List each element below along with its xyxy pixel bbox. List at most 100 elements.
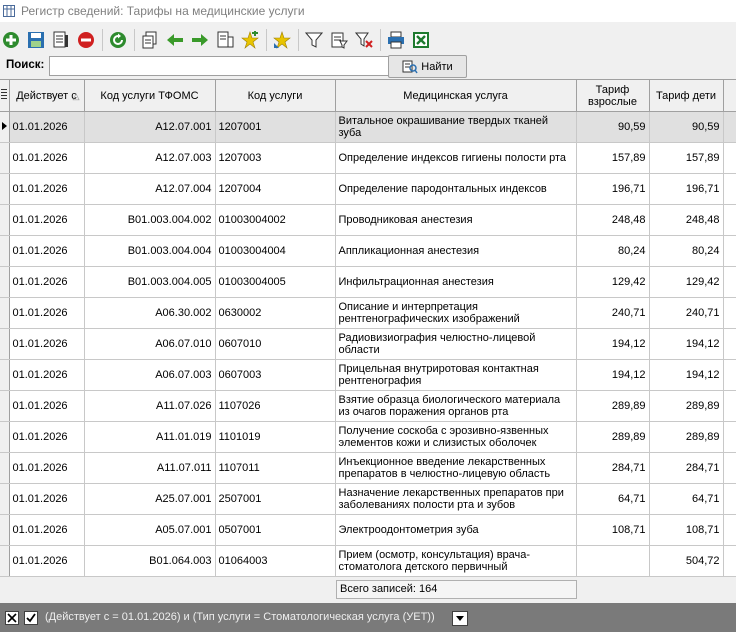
cell-child-tariff[interactable]: 289,89 — [649, 390, 724, 422]
cell-service-code[interactable]: 0607003 — [215, 359, 336, 391]
column-header-service[interactable]: Медицинская услуга — [335, 80, 577, 112]
table-row[interactable]: 01.01.2026 A12.07.003 1207003 Определение и… — [0, 142, 736, 174]
cell-child-tariff[interactable]: 90,59 — [649, 111, 724, 143]
cell-tfoms-code[interactable]: B01.003.004.005 — [84, 266, 216, 298]
cell-service-code[interactable]: 0507001 — [215, 514, 336, 546]
table-row[interactable]: 01.01.2026 A11.07.011 1107011 Инъекционное … — [0, 452, 736, 484]
favorite-button[interactable] — [271, 29, 293, 51]
cell-date[interactable]: 01.01.2026 — [9, 514, 85, 546]
cell-service-code[interactable]: 1207004 — [215, 173, 336, 205]
cell-service-code[interactable]: 01003004005 — [215, 266, 336, 298]
cell-date[interactable]: 01.01.2026 — [9, 235, 85, 267]
print-button[interactable] — [385, 29, 407, 51]
copy-records-button[interactable] — [214, 29, 236, 51]
cell-adult-tariff[interactable]: 289,89 — [576, 390, 650, 422]
add-star-button[interactable] — [239, 29, 261, 51]
cell-tfoms-code[interactable]: A05.07.001 — [84, 514, 216, 546]
cell-child-tariff[interactable]: 504,72 — [649, 545, 724, 577]
cell-adult-tariff[interactable]: 240,71 — [576, 297, 650, 329]
cell-child-tariff[interactable]: 289,89 — [649, 421, 724, 453]
table-row[interactable]: 01.01.2026 B01.003.004.002 01003004002 Пров… — [0, 204, 736, 236]
excel-export-button[interactable] — [410, 29, 432, 51]
cell-adult-tariff[interactable]: 194,12 — [576, 328, 650, 360]
cell-child-tariff[interactable]: 80,24 — [649, 235, 724, 267]
cell-service-name[interactable]: Назначение лекарственных препаратов при … — [335, 483, 577, 515]
cell-child-tariff[interactable]: 284,71 — [649, 452, 724, 484]
cell-child-tariff[interactable]: 129,42 — [649, 266, 724, 298]
cell-adult-tariff[interactable]: 108,71 — [576, 514, 650, 546]
cell-date[interactable]: 01.01.2026 — [9, 421, 85, 453]
table-row[interactable]: 01.01.2026 A06.30.002 0630002 Описание и ин… — [0, 297, 736, 329]
filter-dropdown-button[interactable] — [452, 611, 468, 626]
search-input[interactable] — [49, 56, 389, 76]
cell-service-name[interactable]: Электроодонтометрия зуба — [335, 514, 577, 546]
delete-button[interactable] — [75, 29, 97, 51]
cell-tfoms-code[interactable]: B01.003.004.004 — [84, 235, 216, 267]
clear-filter-button[interactable] — [353, 29, 375, 51]
cell-tfoms-code[interactable]: A06.30.002 — [84, 297, 216, 329]
column-header-date[interactable]: Действует с △ — [9, 80, 85, 112]
cell-date[interactable]: 01.01.2026 — [9, 483, 85, 515]
cell-tfoms-code[interactable]: A06.07.010 — [84, 328, 216, 360]
remove-filter-checkbox[interactable] — [5, 611, 19, 625]
cell-date[interactable]: 01.01.2026 — [9, 452, 85, 484]
table-row[interactable]: 01.01.2026 A12.07.004 1207004 Определение п… — [0, 173, 736, 205]
find-button[interactable]: Найти — [388, 55, 467, 78]
table-row[interactable]: 01.01.2026 B01.003.004.005 01003004005 Инфи… — [0, 266, 736, 298]
cell-date[interactable]: 01.01.2026 — [9, 328, 85, 360]
cell-adult-tariff[interactable]: 284,71 — [576, 452, 650, 484]
table-row[interactable]: 01.01.2026 A05.07.001 0507001 Электроодонто… — [0, 514, 736, 546]
cell-date[interactable]: 01.01.2026 — [9, 142, 85, 174]
cell-date[interactable]: 01.01.2026 — [9, 359, 85, 391]
cell-service-code[interactable]: 0607010 — [215, 328, 336, 360]
next-button[interactable] — [189, 29, 211, 51]
cell-service-name[interactable]: Инъекционное введение лекарственных преп… — [335, 452, 577, 484]
table-row[interactable]: 01.01.2026 B01.003.004.004 01003004004 Аппл… — [0, 235, 736, 267]
cell-service-code[interactable]: 1207001 — [215, 111, 336, 143]
cell-service-name[interactable]: Витальное окрашивание твердых тканей зуб… — [335, 111, 577, 143]
cell-date[interactable]: 01.01.2026 — [9, 545, 85, 577]
table-row[interactable]: 01.01.2026 B01.064.003 01064003 Прием (осмо… — [0, 545, 736, 577]
cell-service-name[interactable]: Получение соскоба с эрозивно-язвенных эл… — [335, 421, 577, 453]
cell-adult-tariff[interactable]: 80,24 — [576, 235, 650, 267]
save-button[interactable] — [25, 29, 47, 51]
cell-date[interactable]: 01.01.2026 — [9, 266, 85, 298]
cell-service-name[interactable]: Аппликационная анестезия — [335, 235, 577, 267]
cell-adult-tariff[interactable]: 129,42 — [576, 266, 650, 298]
cell-service-name[interactable]: Прицельная внутриротовая контактная рент… — [335, 359, 577, 391]
cell-adult-tariff[interactable]: 90,59 — [576, 111, 650, 143]
cell-service-code[interactable]: 01003004002 — [215, 204, 336, 236]
cell-adult-tariff[interactable]: 157,89 — [576, 142, 650, 174]
cell-tfoms-code[interactable]: B01.064.003 — [84, 545, 216, 577]
cell-service-code[interactable]: 01064003 — [215, 545, 336, 577]
cell-service-name[interactable]: Радиовизиография челюстно-лицевой област… — [335, 328, 577, 360]
cell-service-name[interactable]: Взятие образца биологического материала … — [335, 390, 577, 422]
cell-adult-tariff[interactable] — [576, 545, 650, 577]
table-row[interactable]: 01.01.2026 A25.07.001 2507001 Назначение ле… — [0, 483, 736, 515]
cell-date[interactable]: 01.01.2026 — [9, 297, 85, 329]
cell-child-tariff[interactable]: 64,71 — [649, 483, 724, 515]
table-row[interactable]: 01.01.2026 A06.07.003 0607003 Прицельная вн… — [0, 359, 736, 391]
cell-date[interactable]: 01.01.2026 — [9, 111, 85, 143]
cell-child-tariff[interactable]: 240,71 — [649, 297, 724, 329]
cell-tfoms-code[interactable]: A12.07.003 — [84, 142, 216, 174]
add-button[interactable] — [0, 29, 22, 51]
cell-service-name[interactable]: Проводниковая анестезия — [335, 204, 577, 236]
cell-tfoms-code[interactable]: A11.07.026 — [84, 390, 216, 422]
prev-button[interactable] — [164, 29, 186, 51]
cell-adult-tariff[interactable]: 196,71 — [576, 173, 650, 205]
cell-tfoms-code[interactable]: B01.003.004.002 — [84, 204, 216, 236]
refresh-button[interactable] — [107, 29, 129, 51]
cell-child-tariff[interactable]: 194,12 — [649, 359, 724, 391]
cell-service-name[interactable]: Описание и интерпретация рентгенографиче… — [335, 297, 577, 329]
cell-service-code[interactable]: 1207003 — [215, 142, 336, 174]
cell-child-tariff[interactable]: 196,71 — [649, 173, 724, 205]
cell-child-tariff[interactable]: 157,89 — [649, 142, 724, 174]
column-header-tfoms[interactable]: Код услуги ТФОМС — [84, 80, 216, 112]
cell-tfoms-code[interactable]: A06.07.003 — [84, 359, 216, 391]
cell-date[interactable]: 01.01.2026 — [9, 390, 85, 422]
properties-button[interactable] — [50, 29, 72, 51]
table-row[interactable]: 01.01.2026 A12.07.001 1207001 Витальное окр… — [0, 111, 736, 143]
cell-child-tariff[interactable]: 194,12 — [649, 328, 724, 360]
cell-service-code[interactable]: 1101019 — [215, 421, 336, 453]
